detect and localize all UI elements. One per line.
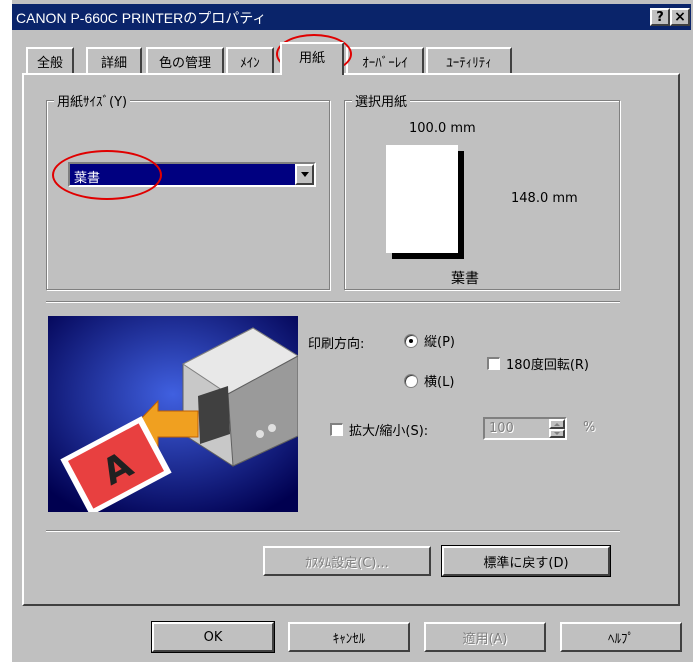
rotate180-checkbox[interactable]: 180度回転(R)	[487, 354, 589, 373]
tab-utility[interactable]: ﾕｰﾃｨﾘﾃｨ	[426, 47, 512, 73]
custom-settings-label: ｶｽﾀﾑ設定(C)...	[305, 555, 389, 571]
paper-size-group	[46, 100, 330, 290]
radio-dot-icon	[409, 338, 413, 343]
selected-paper-group-label: 選択用紙	[352, 91, 411, 110]
printer-image: A	[48, 316, 298, 512]
orientation-label: 印刷方向:	[308, 337, 365, 352]
portrait-radio-button[interactable]	[404, 333, 418, 348]
separator-top	[46, 301, 620, 303]
landscape-label: 横(L)	[424, 375, 455, 390]
paper-width-label: 100.0 mm	[409, 121, 476, 136]
paper-size-selected: 葉書	[74, 171, 101, 186]
scale-check-box[interactable]	[330, 423, 343, 436]
reset-defaults-button[interactable]: 標準に戻す(D)	[441, 545, 611, 577]
spinner-up-button[interactable]	[549, 419, 565, 429]
scale-input[interactable]: 100	[483, 417, 567, 440]
cancel-label: ｷｬﾝｾﾙ	[332, 631, 366, 647]
scale-checkbox[interactable]: 拡大/縮小(S):	[330, 420, 428, 439]
paper-height-label: 148.0 mm	[511, 191, 578, 206]
separator-bottom	[46, 530, 620, 532]
tab-main[interactable]: ﾒｲﾝ	[226, 47, 274, 73]
dropdown-arrow-button[interactable]	[295, 164, 314, 185]
paper-name-label: 葉書	[451, 271, 479, 287]
tab-general[interactable]: 全般	[26, 47, 74, 73]
chevron-up-icon	[554, 422, 560, 426]
reset-defaults-label: 標準に戻す(D)	[483, 555, 569, 571]
title-bar[interactable]: CANON P-660C PRINTERのプロパティ ? ×	[12, 4, 691, 30]
scale-spinner[interactable]	[549, 419, 565, 438]
ok-button[interactable]: OK	[151, 621, 275, 653]
rotate180-check-box[interactable]	[487, 357, 500, 370]
help-icon[interactable]: ?	[650, 8, 670, 26]
close-icon[interactable]: ×	[670, 8, 690, 26]
scale-value: 100	[489, 421, 514, 436]
spinner-down-button[interactable]	[549, 429, 565, 438]
orientation-portrait-radio[interactable]: 縦(P)	[404, 331, 455, 350]
apply-label: 適用(A)	[462, 631, 508, 647]
chevron-down-icon	[300, 172, 309, 177]
tab-overlay[interactable]: ｵｰﾊﾞｰﾚｲ	[346, 47, 424, 73]
paper-size-group-label: 用紙ｻｲｽﾞ(Y)	[54, 91, 131, 110]
landscape-radio-button[interactable]	[404, 373, 418, 388]
portrait-label: 縦(P)	[424, 335, 455, 350]
orientation-landscape-radio[interactable]: 横(L)	[404, 371, 454, 390]
rotate180-label: 180度回転(R)	[506, 358, 589, 373]
apply-button[interactable]: 適用(A)	[424, 622, 546, 652]
printer-illustration: A	[48, 316, 298, 512]
help-button[interactable]: ﾍﾙﾌﾟ	[560, 622, 682, 652]
help-label: ﾍﾙﾌﾟ	[608, 631, 634, 647]
paper-preview	[386, 145, 458, 253]
tab-paper[interactable]: 用紙	[280, 42, 344, 75]
chevron-down-small-icon	[554, 432, 560, 435]
tab-color-management[interactable]: 色の管理	[146, 47, 224, 73]
ok-label: OK	[203, 629, 223, 645]
custom-settings-button[interactable]: ｶｽﾀﾑ設定(C)...	[263, 546, 431, 576]
cancel-button[interactable]: ｷｬﾝｾﾙ	[288, 622, 410, 652]
window-title: CANON P-660C PRINTERのプロパティ	[16, 10, 267, 26]
paper-size-dropdown[interactable]: 葉書	[68, 162, 316, 187]
scale-label: 拡大/縮小(S):	[349, 424, 429, 439]
scale-unit: %	[583, 420, 596, 435]
tab-details[interactable]: 詳細	[86, 47, 142, 73]
